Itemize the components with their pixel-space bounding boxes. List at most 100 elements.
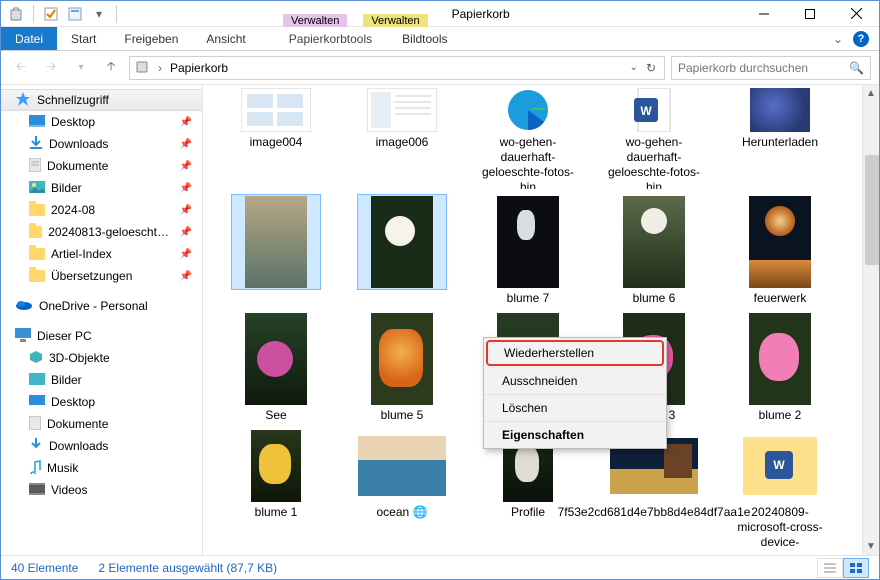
tab-file[interactable]: Datei (1, 27, 57, 50)
quick-access-toolbar: ▾ (1, 5, 125, 23)
file-tile[interactable]: blume 5 (349, 312, 455, 423)
menu-item-restore[interactable]: Wiederherstellen (486, 340, 664, 366)
contextual-header-picture: Verwalten (355, 1, 435, 27)
address-dropdown-icon[interactable]: ⌄ (630, 62, 638, 73)
close-button[interactable] (833, 1, 879, 27)
sidebar-item-downloads[interactable]: Downloads📌 (1, 133, 202, 155)
scroll-up-icon[interactable]: ▲ (863, 85, 879, 102)
tab-picture-tools[interactable]: Bildtools (387, 27, 462, 50)
file-tile[interactable]: image004 (223, 87, 329, 189)
sidebar-item-documents[interactable]: Dokumente📌 (1, 155, 202, 177)
folder-icon (29, 226, 42, 238)
checkbox-checked-icon[interactable] (42, 5, 60, 23)
scroll-down-icon[interactable]: ▼ (863, 538, 879, 555)
tab-recycle-tools[interactable]: Papierkorbtools (274, 27, 387, 50)
file-tile[interactable]: See (223, 312, 329, 423)
folder-icon (29, 204, 45, 216)
folder-icon (29, 248, 45, 260)
search-box[interactable]: Papierkorb durchsuchen 🔍 (671, 56, 871, 80)
pictures-icon (29, 181, 45, 196)
file-tile[interactable]: blume 6 (601, 195, 707, 306)
onedrive-icon (15, 299, 33, 314)
sidebar-pc-desktop[interactable]: Desktop (1, 391, 202, 413)
status-bar: 40 Elemente 2 Elemente ausgewählt (87,7 … (1, 555, 879, 579)
sidebar-pc-videos[interactable]: Videos (1, 479, 202, 501)
sidebar-onedrive[interactable]: OneDrive - Personal (1, 295, 202, 317)
tab-view[interactable]: Ansicht (192, 27, 259, 50)
nav-back-button[interactable]: 🡠 (9, 56, 33, 80)
sidebar-pc-3dobjects[interactable]: 3D-Objekte (1, 347, 202, 369)
navigation-pane: Schnellzugriff Desktop📌 Downloads📌 Dokum… (1, 85, 203, 555)
sidebar-item-folder[interactable]: Übersetzungen📌 (1, 265, 202, 287)
svg-text:W: W (640, 104, 652, 118)
star-icon (15, 91, 31, 110)
sidebar-quick-access[interactable]: Schnellzugriff (1, 89, 202, 111)
sidebar-pc-downloads[interactable]: Downloads (1, 435, 202, 457)
breadcrumb-chevron-icon[interactable]: › (154, 61, 166, 75)
file-view: image004 image006 wo-gehen-dauerhaft-gel… (203, 85, 879, 555)
nav-up-button[interactable]: 🡡 (99, 56, 123, 80)
file-tile[interactable]: wo-gehen-dauerhaft-geloeschte-fotos-hin (475, 87, 581, 189)
pictures-icon (29, 373, 45, 388)
ribbon-tabs: Datei Start Freigeben Ansicht Papierkorb… (1, 27, 879, 51)
pin-icon: 📌 (180, 271, 192, 282)
file-tile[interactable]: W20240809-microsoft-cross-device- (727, 429, 833, 550)
tab-share[interactable]: Freigeben (110, 27, 192, 50)
recycle-bin-icon (7, 5, 25, 23)
file-tile[interactable]: blume 2 (727, 312, 833, 423)
contextual-tab-headers: Verwalten Verwalten (275, 1, 436, 27)
window-title: Papierkorb (436, 7, 741, 21)
file-tile[interactable]: blume 7 (475, 195, 581, 306)
sidebar-pc-pictures[interactable]: Bilder (1, 369, 202, 391)
file-tile[interactable]: image006 (349, 87, 455, 189)
sidebar-this-pc[interactable]: Dieser PC (1, 325, 202, 347)
context-menu: Wiederherstellen Ausschneiden Löschen Ei… (483, 337, 667, 449)
pin-icon: 📌 (180, 161, 192, 172)
contextual-header-recycle: Verwalten (275, 1, 355, 27)
sidebar-item-folder[interactable]: Artiel-Index📌 (1, 243, 202, 265)
qat-dropdown-icon[interactable]: ▾ (90, 5, 108, 23)
pin-icon: 📌 (180, 205, 192, 216)
nav-recent-dropdown[interactable]: ▾ (69, 56, 93, 80)
pin-icon: 📌 (180, 183, 192, 194)
scrollbar[interactable]: ▲ ▼ (862, 85, 879, 555)
3d-objects-icon (29, 350, 43, 367)
sidebar-item-folder[interactable]: 2024-08📌 (1, 199, 202, 221)
file-tile[interactable]: blume 1 (223, 429, 329, 550)
help-icon[interactable]: ? (853, 31, 869, 47)
ribbon-expand-icon[interactable]: ⌄ (833, 32, 843, 46)
sidebar-item-folder[interactable]: 20240813-geloeschte-dateie📌 (1, 221, 202, 243)
menu-item-delete[interactable]: Löschen (484, 395, 666, 422)
menu-item-properties[interactable]: Eigenschaften (484, 422, 666, 448)
minimize-button[interactable] (741, 1, 787, 27)
documents-icon (29, 158, 41, 175)
nav-forward-button[interactable]: 🡢 (39, 56, 63, 80)
maximize-button[interactable] (787, 1, 833, 27)
file-tile[interactable]: ocean 🌐 (349, 429, 455, 550)
file-tile[interactable] (223, 195, 329, 306)
view-thumbnails-button[interactable] (843, 558, 869, 578)
breadcrumb-location[interactable]: Papierkorb (170, 61, 228, 75)
file-tile[interactable]: Herunterladen (727, 87, 833, 189)
file-tile[interactable] (349, 195, 455, 306)
refresh-icon[interactable]: ↻ (646, 61, 656, 75)
videos-icon (29, 483, 45, 498)
file-tile[interactable]: feuerwerk (727, 195, 833, 306)
view-details-button[interactable] (817, 558, 843, 578)
sidebar-pc-documents[interactable]: Dokumente (1, 413, 202, 435)
pin-icon: 📌 (180, 227, 192, 238)
sidebar-item-pictures[interactable]: Bilder📌 (1, 177, 202, 199)
scroll-thumb[interactable] (865, 155, 879, 265)
tab-start[interactable]: Start (57, 27, 110, 50)
downloads-icon (29, 136, 43, 153)
desktop-icon (29, 395, 45, 410)
address-bar[interactable]: › Papierkorb ⌄ ↻ (129, 56, 665, 80)
downloads-icon (29, 438, 43, 455)
titlebar: ▾ Verwalten Verwalten Papierkorb (1, 1, 879, 27)
status-selection: 2 Elemente ausgewählt (87,7 KB) (98, 561, 277, 575)
sidebar-pc-music[interactable]: Musik (1, 457, 202, 479)
sidebar-item-desktop[interactable]: Desktop📌 (1, 111, 202, 133)
file-tile[interactable]: Wwo-gehen-dauerhaft-geloeschte-fotos-hin (601, 87, 707, 189)
menu-item-cut[interactable]: Ausschneiden (484, 368, 666, 395)
properties-icon[interactable] (66, 5, 84, 23)
